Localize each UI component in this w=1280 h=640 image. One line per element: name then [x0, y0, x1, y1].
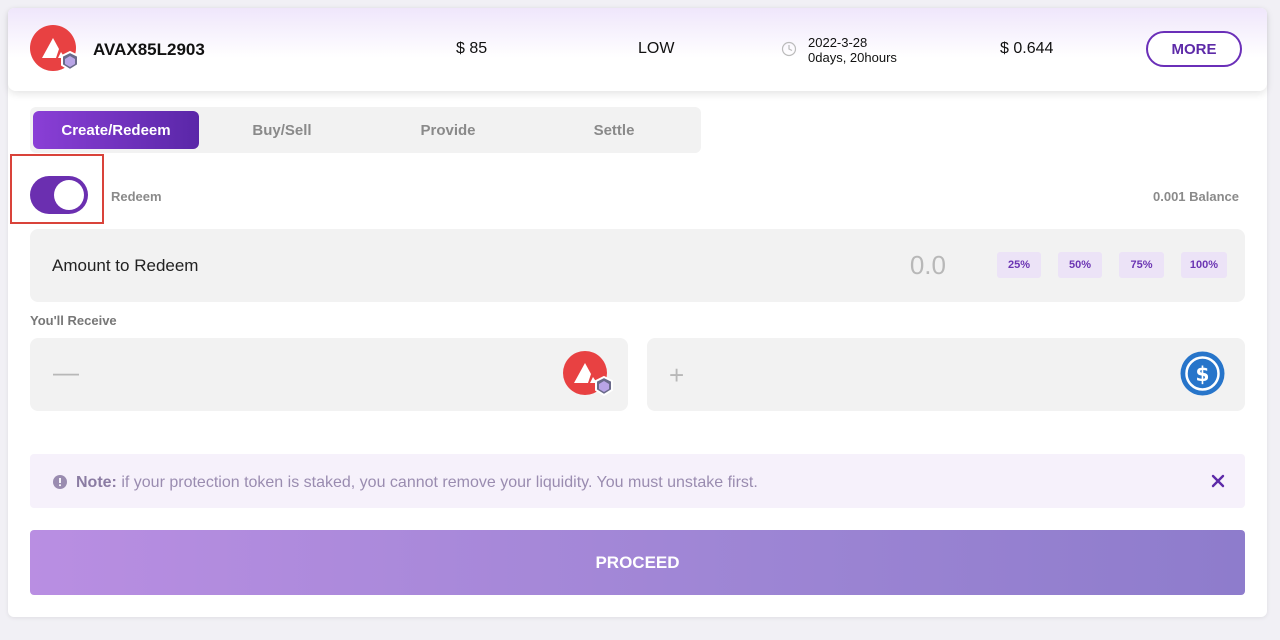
premium-price: $ 0.644	[1000, 40, 1054, 57]
redeem-toggle-label: Redeem	[111, 189, 162, 204]
risk-level: LOW	[638, 40, 675, 57]
avax-receive-icon	[563, 351, 613, 397]
plus-sign: +	[669, 360, 685, 390]
tab-settle[interactable]: Settle	[531, 111, 697, 149]
main-card	[8, 8, 1267, 617]
pct-100-button[interactable]: 100%	[1181, 252, 1227, 278]
amount-label: Amount to Redeem	[52, 256, 199, 275]
info-icon	[53, 475, 67, 489]
tab-provide[interactable]: Provide	[365, 111, 531, 149]
svg-text:$: $	[1196, 362, 1210, 386]
receive-stable-box	[647, 338, 1245, 411]
close-icon[interactable]	[1210, 473, 1226, 489]
receive-label: You'll Receive	[30, 313, 117, 328]
note-body: if your protection token is staked, you …	[116, 474, 758, 491]
pct-25-button[interactable]: 25%	[997, 252, 1041, 278]
clock-icon	[781, 41, 797, 57]
amount-input[interactable]	[330, 240, 946, 290]
receive-token-box	[30, 338, 628, 411]
note-text: Note: if your protection token is staked…	[76, 474, 758, 492]
redeem-toggle[interactable]	[30, 176, 88, 214]
action-tabs: Create/Redeem Buy/Sell Provide Settle	[30, 107, 701, 153]
note-prefix: Note:	[76, 474, 117, 491]
tab-buy-sell[interactable]: Buy/Sell	[199, 111, 365, 149]
usdc-icon: $	[1180, 351, 1225, 396]
proceed-button[interactable]: PROCEED	[30, 530, 1245, 595]
token-name: AVAX85L2903	[93, 40, 205, 59]
expiry-countdown: 0days, 20hours	[808, 50, 897, 65]
more-button[interactable]: MORE	[1146, 31, 1242, 67]
tab-create-redeem[interactable]: Create/Redeem	[33, 111, 199, 149]
balance-label: 0.001 Balance	[1153, 189, 1240, 204]
expiry-date: 2022-3-28	[808, 35, 868, 50]
avax-token-icon	[30, 25, 79, 72]
toggle-knob	[54, 180, 84, 210]
strike-price: $ 85	[456, 40, 488, 57]
pct-75-button[interactable]: 75%	[1119, 252, 1164, 278]
pct-50-button[interactable]: 50%	[1058, 252, 1102, 278]
minus-sign: —	[53, 357, 79, 387]
